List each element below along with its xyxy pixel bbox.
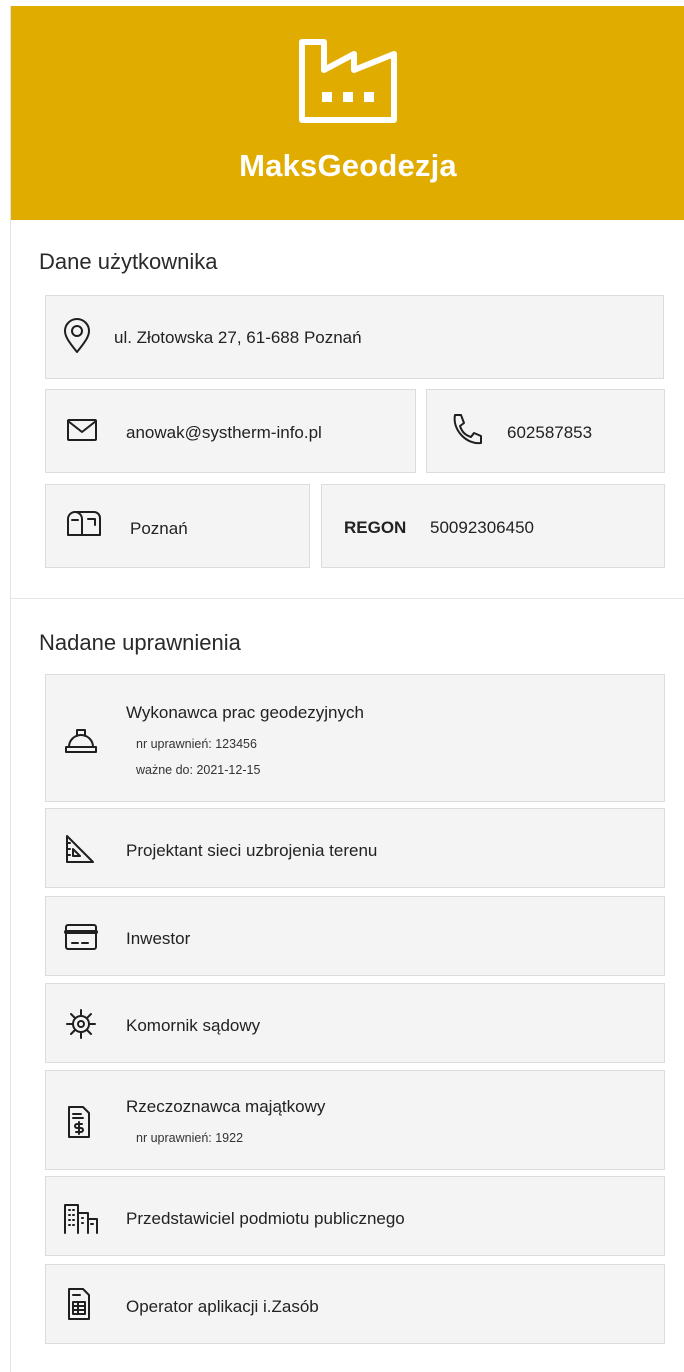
factory-icon	[299, 39, 397, 123]
permission-item: Komornik sądowy	[45, 983, 665, 1063]
location-pin-icon	[64, 318, 90, 353]
user-data-title: Dane użytkownika	[39, 249, 218, 274]
credit-card-icon	[64, 924, 98, 950]
phone-text: 602587853	[507, 423, 593, 442]
permission-item: Przedstawiciel podmiotu publicznego	[45, 1176, 665, 1256]
permission-label: Projektant sieci uzbrojenia terenu	[126, 841, 378, 860]
permission-item: Inwestor	[45, 896, 665, 976]
permission-label: Przedstawiciel podmiotu publicznego	[126, 1209, 405, 1228]
address-text: ul. Złotowska 27, 61-688 Poznań	[114, 328, 362, 347]
section-divider	[11, 598, 684, 599]
phone-card: 602587853	[426, 389, 665, 473]
mailbox-icon	[67, 511, 101, 536]
header: MaksGeodezja	[11, 6, 684, 220]
permission-label: Inwestor	[126, 929, 191, 948]
permission-label: Operator aplikacji i.Zasób	[126, 1297, 319, 1316]
permissions-title: Nadane uprawnienia	[39, 630, 241, 655]
city-text: Poznań	[130, 519, 188, 538]
buildings-icon	[64, 1204, 98, 1234]
permission-item: Projektant sieci uzbrojenia terenu	[45, 808, 665, 888]
permission-label: Komornik sądowy	[126, 1016, 261, 1035]
gear-icon	[66, 1009, 96, 1039]
set-square-icon	[66, 835, 94, 863]
city-card: Poznań	[45, 484, 310, 568]
regon-card: REGON 50092306450	[321, 484, 665, 568]
hard-hat-icon	[65, 729, 97, 753]
email-text: anowak@systherm-info.pl	[126, 423, 322, 442]
dollar-document-icon	[68, 1106, 90, 1138]
permission-detail: ważne do: 2021-12-15	[136, 763, 261, 777]
permission-item: Operator aplikacji i.Zasób	[45, 1264, 665, 1344]
permission-item: Wykonawca prac geodezyjnych nr uprawnień…	[45, 674, 665, 802]
user-profile-panel: MaksGeodezja Dane użytkownika ul. Złotow…	[10, 6, 684, 1372]
phone-icon	[453, 414, 482, 445]
regon-label: REGON	[344, 518, 407, 537]
brand-name: MaksGeodezja	[239, 148, 457, 183]
permission-detail: nr uprawnień: 123456	[136, 737, 257, 751]
regon-value: 50092306450	[430, 518, 535, 537]
permission-label: Wykonawca prac geodezyjnych	[126, 703, 364, 722]
address-card: ul. Złotowska 27, 61-688 Poznań	[45, 295, 664, 379]
spreadsheet-document-icon	[68, 1288, 90, 1320]
permission-detail: nr uprawnień: 1922	[136, 1131, 244, 1145]
envelope-icon	[67, 419, 97, 441]
email-card: anowak@systherm-info.pl	[45, 389, 416, 473]
permission-label: Rzeczoznawca majątkowy	[126, 1097, 326, 1116]
permission-item: Rzeczoznawca majątkowy nr uprawnień: 192…	[45, 1070, 665, 1170]
